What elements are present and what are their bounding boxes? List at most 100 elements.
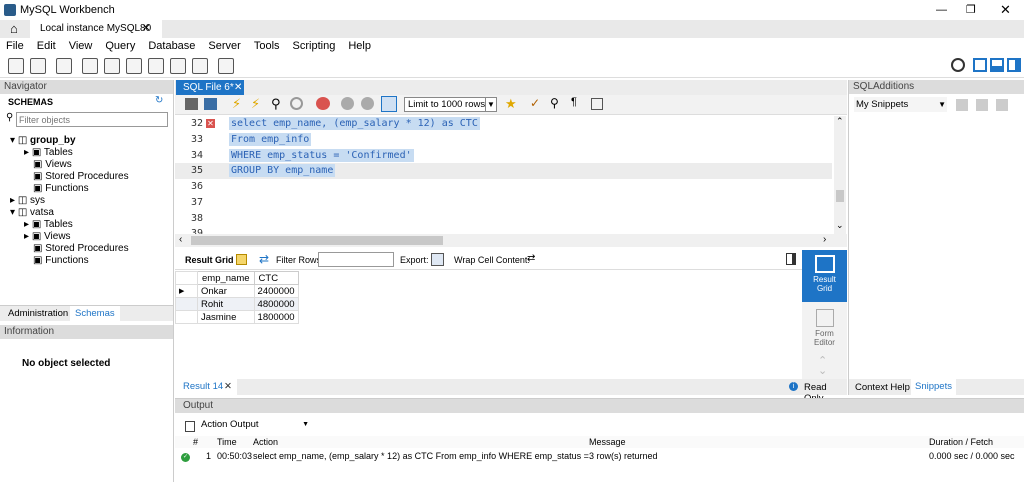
menu-query[interactable]: Query	[99, 40, 142, 52]
schema-node[interactable]: ▸ ◫ sys	[0, 195, 173, 207]
column-header[interactable]: emp_name	[197, 271, 255, 285]
table-row[interactable]: ▶ Onkar 2400000	[175, 284, 299, 298]
result-grid-label[interactable]: Result Grid	[185, 255, 234, 265]
menu-database[interactable]: Database	[142, 40, 202, 52]
table-cell[interactable]: 4800000	[253, 297, 299, 311]
expand-arrow-icon[interactable]: ▸	[10, 195, 15, 206]
menu-tools[interactable]: Tools	[248, 40, 287, 52]
limit-rows-select[interactable]: Limit to 1000 rows ▼	[404, 97, 497, 112]
snippet-replace-icon[interactable]	[956, 99, 968, 111]
create-view-icon[interactable]	[126, 58, 142, 74]
create-table-icon[interactable]	[104, 58, 120, 74]
expanded-arrow-icon[interactable]: ▾	[10, 207, 15, 218]
filter-objects-input[interactable]	[16, 112, 168, 127]
snippet-copy-icon[interactable]	[996, 99, 1008, 111]
execute-icon[interactable]: ⚡	[232, 96, 241, 112]
reconnect-icon[interactable]	[218, 58, 234, 74]
settings-icon[interactable]	[951, 58, 965, 72]
tree-item[interactable]: ▣ Functions	[0, 255, 173, 267]
expand-arrow-icon[interactable]: ▸	[24, 231, 29, 242]
scroll-down-icon[interactable]: ⌄	[836, 220, 844, 231]
find-icon[interactable]: ⚲	[550, 96, 559, 110]
scroll-up-icon[interactable]: ⌃	[836, 116, 844, 127]
maximize-button[interactable]: ❐	[966, 3, 976, 16]
stop-icon[interactable]	[290, 97, 303, 110]
open-file-icon[interactable]	[185, 98, 198, 110]
sql-file-tab[interactable]: SQL File 6* ✕	[176, 80, 244, 95]
horizontal-scrollbar[interactable]: ‹ ›	[175, 234, 847, 247]
code-editor[interactable]: 32 ✕ select emp_name, (emp_salary * 12) …	[175, 116, 847, 234]
tree-item[interactable]: ▣ Views	[0, 159, 173, 171]
menu-server[interactable]: Server	[202, 40, 247, 52]
menu-help[interactable]: Help	[342, 40, 378, 52]
menu-view[interactable]: View	[63, 40, 100, 52]
table-cell[interactable]: 2400000	[253, 284, 299, 298]
toggle-output-icon[interactable]	[990, 58, 1004, 72]
expanded-arrow-icon[interactable]: ▾	[10, 135, 15, 146]
toggle-error-icon[interactable]	[316, 97, 330, 110]
table-cell[interactable]: 1800000	[253, 310, 299, 324]
refresh-icon[interactable]: ⇄	[259, 252, 269, 266]
tab-context-help[interactable]: Context Help	[855, 382, 910, 393]
autocommit-icon[interactable]	[381, 96, 397, 112]
column-header[interactable]: CTC	[253, 271, 299, 285]
tab-administration[interactable]: Administration	[8, 308, 68, 319]
search-table-data-icon[interactable]	[192, 58, 208, 74]
export-icon[interactable]	[431, 253, 444, 266]
tree-item[interactable]: ▣ Stored Procedures	[0, 243, 173, 255]
inspector-icon[interactable]	[56, 58, 72, 74]
table-row[interactable]: Jasmine 1800000	[175, 310, 299, 324]
menu-edit[interactable]: Edit	[31, 40, 63, 52]
chevron-down-icon[interactable]: ⌄	[818, 364, 827, 377]
invisible-chars-icon[interactable]: ¶	[571, 96, 577, 108]
wrap-lines-icon[interactable]	[591, 98, 603, 110]
column-header[interactable]: Duration / Fetch	[929, 436, 1024, 448]
table-cell[interactable]: Jasmine	[197, 310, 255, 324]
close-tab-icon[interactable]: ✕	[224, 379, 232, 394]
table-row[interactable]: ✓ 1 00:50:03 select emp_name, (emp_salar…	[175, 448, 1024, 464]
beautify-icon[interactable]: ★	[505, 96, 517, 112]
save-icon[interactable]	[204, 98, 217, 110]
toggle-panel-icon[interactable]	[786, 253, 796, 265]
new-sql-tab-icon[interactable]	[8, 58, 24, 74]
snippet-insert-icon[interactable]	[976, 99, 988, 111]
connection-tab[interactable]: Local instance MySQL80 ✕	[30, 20, 162, 38]
rollback-icon[interactable]	[361, 97, 374, 110]
execute-current-icon[interactable]: ⚡	[251, 96, 260, 112]
copy-icon[interactable]	[185, 421, 195, 432]
vertical-scrollbar[interactable]: ⌃ ⌄	[834, 116, 846, 234]
tree-item[interactable]: ▸ ▣ Tables	[0, 147, 173, 159]
tab-schemas[interactable]: Schemas	[70, 306, 120, 322]
column-header[interactable]: #	[193, 436, 217, 448]
create-procedure-icon[interactable]	[148, 58, 164, 74]
grid-icon[interactable]	[236, 254, 247, 265]
table-cell[interactable]: Onkar	[197, 284, 255, 298]
action-output-select[interactable]: Action Output ▼	[199, 418, 311, 432]
result-tab[interactable]: Result 14 ✕	[175, 379, 237, 395]
result-grid-side-button[interactable]: Result Grid	[802, 250, 847, 302]
snippets-select[interactable]: My Snippets ▼	[854, 97, 947, 112]
create-schema-icon[interactable]	[82, 58, 98, 74]
toggle-secondary-sidebar-icon[interactable]	[1007, 58, 1021, 72]
table-cell[interactable]: Rohit	[197, 297, 255, 311]
table-row[interactable]: Rohit 4800000	[175, 297, 299, 311]
schema-node[interactable]: ▾ ◫ group_by	[0, 135, 173, 147]
tree-item[interactable]: ▣ Functions	[0, 183, 173, 195]
create-function-icon[interactable]	[170, 58, 186, 74]
close-window-button[interactable]: ✕	[1000, 2, 1011, 18]
commit-icon[interactable]	[341, 97, 354, 110]
snippet-icon[interactable]: ✓	[530, 96, 540, 110]
tree-item[interactable]: ▣ Stored Procedures	[0, 171, 173, 183]
filter-rows-input[interactable]	[318, 252, 394, 267]
scrollbar-thumb[interactable]	[191, 236, 443, 245]
column-header[interactable]: Message	[589, 436, 929, 448]
tree-item[interactable]: ▸ ▣ Tables	[0, 219, 173, 231]
menu-scripting[interactable]: Scripting	[287, 40, 343, 52]
scroll-left-icon[interactable]: ‹	[179, 234, 182, 245]
column-header[interactable]: Time	[217, 436, 253, 448]
toggle-sidebar-icon[interactable]	[973, 58, 987, 72]
refresh-schemas-icon[interactable]: ↻	[155, 95, 163, 106]
home-icon[interactable]: ⌂	[10, 21, 18, 36]
explain-icon[interactable]: ⚲	[271, 96, 281, 112]
scroll-right-icon[interactable]: ›	[823, 234, 826, 245]
